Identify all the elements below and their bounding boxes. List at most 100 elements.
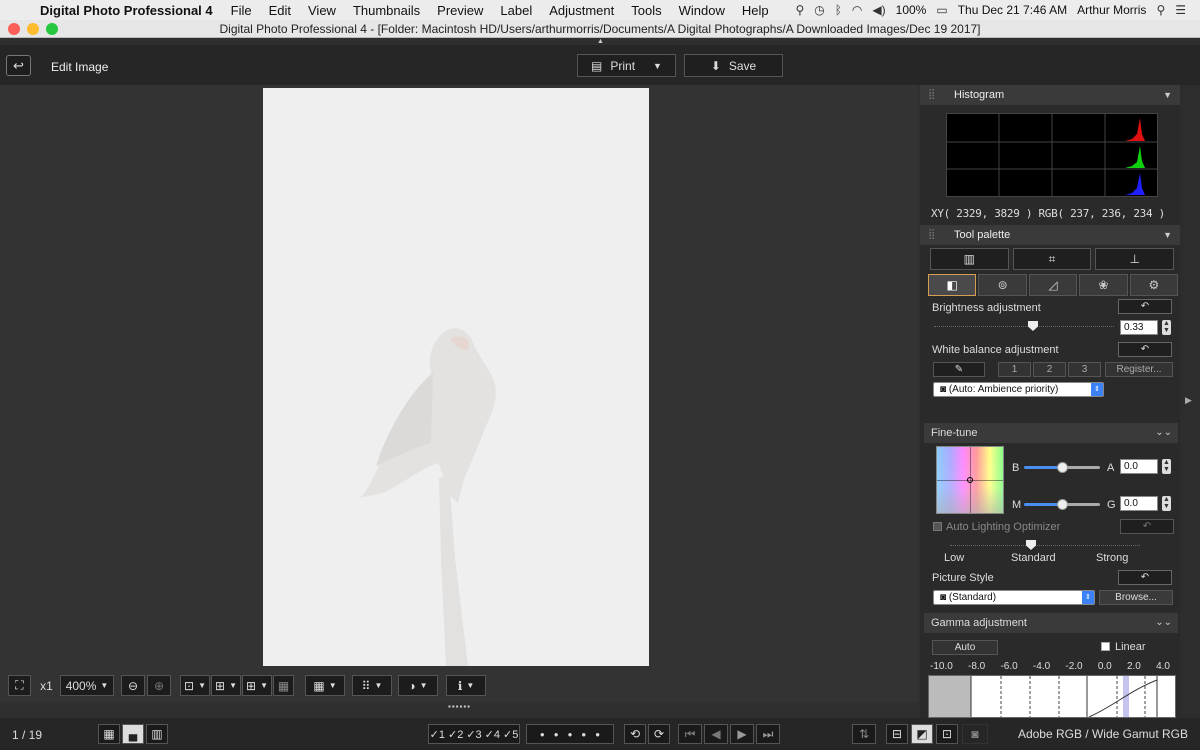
right-panel-collapse[interactable]: ▶ [1180,85,1200,718]
brightness-value-input[interactable]: 0.33 [1120,320,1158,335]
menu-user[interactable]: Arthur Morris [1077,3,1146,17]
menu-preview[interactable]: Preview [437,3,483,18]
menu-adjustment[interactable]: Adjustment [549,3,614,18]
check-mark-3-icon[interactable]: ✓3 [466,728,481,741]
star-rating-dots[interactable]: ● ● ● ● ● [526,724,614,744]
zoom-ratio-button[interactable]: x1 [33,675,60,696]
minimize-window-button[interactable] [27,23,39,35]
tab-color[interactable]: ❀ [1079,274,1128,296]
rating-dot-icon[interactable]: ● [540,730,545,739]
mg-slider-thumb[interactable] [1057,499,1068,510]
filmstrip-view-button[interactable]: ▄ [122,724,144,744]
check-mark-4-icon[interactable]: ✓4 [485,728,500,741]
color-grid-point[interactable] [967,477,973,483]
last-image-button[interactable]: ⏭ [756,724,780,744]
alo-checkbox[interactable] [933,522,942,531]
crop-tool-button[interactable]: ⌗ [1012,248,1092,270]
brightness-slider-track[interactable] [934,323,1114,327]
print-button[interactable]: ▤ Print ▼ [577,54,676,77]
tool-palette-header[interactable]: ⣿ Tool palette ▼ [920,225,1180,245]
menu-thumbnails[interactable]: Thumbnails [353,3,420,18]
zoom-window-button[interactable] [46,23,58,35]
rating-dot-icon[interactable]: ● [554,730,559,739]
zoom-select[interactable]: 400% ▼ [60,675,114,696]
focus-check-button[interactable]: ⠿ ▼ [352,675,392,696]
first-image-button[interactable]: ⏮ [678,724,702,744]
rotate-right-button[interactable]: ⟳ [648,724,670,744]
picture-style-select[interactable]: ◙ (Standard) ⇕ [933,590,1095,605]
rating-dot-icon[interactable]: ● [595,730,600,739]
mg-value-input[interactable]: 0.0 [1120,496,1158,511]
grid-button[interactable]: ▦ ▼ [305,675,345,696]
drag-handle-icon[interactable]: ▪▪▪▪▪▪ [448,702,471,711]
finetune-header[interactable]: Fine-tune ⌄⌄ [924,423,1178,443]
wifi-icon[interactable]: ◠ [852,3,862,17]
wb-register-button[interactable]: Register... [1105,362,1173,377]
menu-file[interactable]: File [231,3,252,18]
chevron-down-icon[interactable]: ▼ [653,61,662,71]
sync-button[interactable]: ▦ [273,675,294,696]
histogram-header[interactable]: ⣿ Histogram ▼ [920,85,1180,105]
adjust-tool-button[interactable]: ▥ [930,248,1009,270]
toolbar-collapse-icon[interactable]: ▲ [597,38,604,45]
next-image-button[interactable]: ▶ [730,724,754,744]
alo-slider-track[interactable] [950,542,1140,546]
check-mark-5-icon[interactable]: ✓5 [503,728,518,741]
grip-icon[interactable]: ⣿ [928,85,935,105]
rotate-left-button[interactable]: ⟲ [624,724,646,744]
rating-buttons[interactable]: ✓1 ✓2 ✓3 ✓4 ✓5 [428,724,520,744]
brightness-slider-thumb[interactable] [1028,321,1038,331]
binoculars-icon[interactable]: ⚲ [795,3,804,17]
af-point-button[interactable]: ⊡ ▼ [180,675,210,696]
menu-clock[interactable]: Thu Dec 21 7:46 AM [958,3,1067,17]
stamp-tool-button[interactable]: ⊥ [1095,248,1175,270]
color-finetune-grid[interactable] [936,446,1004,514]
alo-slider-thumb[interactable] [1026,540,1036,550]
zoom-out-button[interactable]: ⊖ [121,675,145,696]
grip-icon[interactable]: ⣿ [928,225,935,245]
camera-settings-button[interactable]: ◙ [962,724,988,744]
gamma-curve-chart[interactable] [928,675,1176,718]
check-mark-1-icon[interactable]: ✓1 [430,728,445,741]
zoom-in-button[interactable]: ⊕ [147,675,171,696]
tab-tone-curve[interactable]: ◿ [1028,274,1078,296]
mg-stepper[interactable]: ▲ ▼ [1162,496,1171,511]
sort-button[interactable]: ⇅ [852,724,876,744]
chevron-down-icon[interactable]: ▼ [1163,85,1172,105]
thumbnail-view-button[interactable]: ▦ [98,724,120,744]
battery-icon[interactable]: ▭ [936,3,947,17]
picture-style-reset-button[interactable]: ↶ [1118,570,1172,585]
menu-edit[interactable]: Edit [269,3,291,18]
linear-checkbox[interactable] [1101,642,1110,651]
panel-histogram-button[interactable]: ◩ [911,724,933,744]
list-view-button[interactable]: ▥ [146,724,168,744]
highlight-warning-button[interactable]: ◑ ▼ [398,675,438,696]
ba-slider-thumb[interactable] [1057,462,1068,473]
chevron-down-icon[interactable]: ▼ [1163,225,1172,245]
rating-dot-icon[interactable]: ● [568,730,573,739]
close-window-button[interactable] [8,23,20,35]
browse-button[interactable]: Browse... [1099,590,1173,605]
wb-reset-button[interactable]: ↶ [1118,342,1172,357]
double-chevron-down-icon[interactable]: ⌄⌄ [1155,613,1172,633]
chevron-right-icon[interactable]: ▶ [1185,395,1192,406]
notification-center-icon[interactable]: ☰ [1175,3,1186,17]
alo-reset-button[interactable]: ↶ [1120,519,1174,534]
double-chevron-down-icon[interactable]: ⌄⌄ [1155,423,1172,443]
menu-app-name[interactable]: Digital Photo Professional 4 [40,3,213,18]
wb-select[interactable]: ◙ (Auto: Ambience priority) ⇕ [933,382,1104,397]
menu-label[interactable]: Label [500,3,532,18]
fit-screen-button[interactable]: ⛶ [8,675,31,696]
spotlight-search-icon[interactable]: ⚲ [1156,3,1165,17]
compare-button[interactable]: ⊞ ▼ [211,675,241,696]
panel-navigator-button[interactable]: ⊡ [936,724,958,744]
brightness-reset-button[interactable]: ↶ [1118,299,1172,314]
wb-preset-3-button[interactable]: 3 [1068,362,1101,377]
info-button[interactable]: ℹ ▼ [446,675,486,696]
volume-icon[interactable]: ◀) [872,3,885,17]
menu-window[interactable]: Window [679,3,725,18]
bluetooth-icon[interactable]: ᛒ [835,3,842,17]
menu-view[interactable]: View [308,3,336,18]
tab-detail[interactable]: ⊚ [978,274,1027,296]
gamma-auto-button[interactable]: Auto [932,640,998,655]
